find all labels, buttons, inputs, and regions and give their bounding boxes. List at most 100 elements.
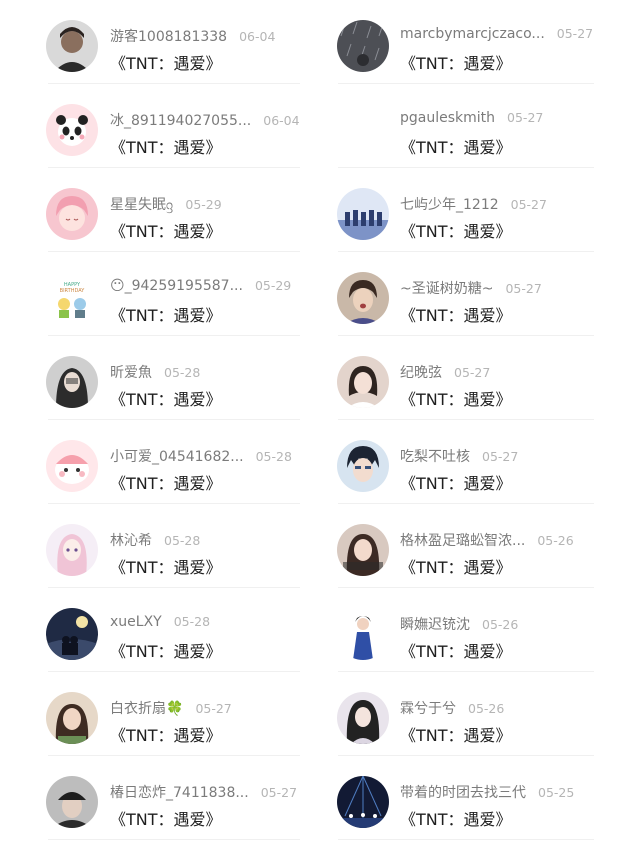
book-title-link[interactable]: 《TNT：遇爱》 bbox=[400, 50, 512, 74]
avatar[interactable] bbox=[46, 776, 98, 828]
row-meta: 纪晚弦 05-27 bbox=[400, 362, 490, 382]
avatar[interactable] bbox=[337, 188, 389, 240]
username[interactable]: 昕爱魚 bbox=[110, 362, 152, 382]
feed-row[interactable]: 吃梨不吐核 05-27 《TNT：遇爱》 bbox=[300, 420, 640, 504]
row-meta: 游客1008181338 06-04 bbox=[110, 26, 275, 46]
book-title-link[interactable]: 《TNT：遇爱》 bbox=[400, 806, 512, 830]
username[interactable]: 林沁希 bbox=[110, 530, 152, 550]
username[interactable]: 吃梨不吐核 bbox=[400, 446, 470, 466]
post-date: 05-28 bbox=[164, 533, 201, 548]
avatar[interactable] bbox=[46, 440, 98, 492]
avatar[interactable] bbox=[46, 692, 98, 744]
feed-row[interactable]: 霖兮于兮 05-26 《TNT：遇爱》 bbox=[300, 672, 640, 756]
avatar[interactable] bbox=[46, 524, 98, 576]
book-title-link[interactable]: 《TNT：遇爱》 bbox=[400, 470, 512, 494]
book-title-link[interactable]: 《TNT：遇爱》 bbox=[110, 218, 222, 242]
username[interactable]: 游客1008181338 bbox=[110, 26, 227, 46]
book-title-link[interactable]: 《TNT：遇爱》 bbox=[400, 638, 512, 662]
feed-row[interactable]: 七屿少年_1212 05-27 《TNT：遇爱》 bbox=[300, 168, 640, 252]
feed-row[interactable]: 昕爱魚 05-28 《TNT：遇爱》 bbox=[0, 336, 300, 420]
username[interactable]: pgauleskmith bbox=[400, 110, 495, 126]
row-meta: 白衣折扇🍀 05-27 bbox=[110, 698, 232, 718]
feed-row[interactable]: HAPPY BIRTHDAY 😶_94259195587... 05-29 《TNT：遇… bbox=[0, 252, 300, 336]
avatar[interactable] bbox=[337, 356, 389, 408]
username[interactable]: 格林盈足璐蚣智浓... bbox=[400, 530, 525, 550]
feed-row[interactable]: pgauleskmith 05-27 《TNT：遇爱》 bbox=[300, 84, 640, 168]
post-date: 05-27 bbox=[482, 449, 519, 464]
avatar[interactable] bbox=[46, 104, 98, 156]
feed-row[interactable]: xueLXY 05-28 《TNT：遇爱》 bbox=[0, 588, 300, 672]
book-title-link[interactable]: 《TNT：遇爱》 bbox=[400, 134, 512, 158]
book-title-link[interactable]: 《TNT：遇爱》 bbox=[400, 386, 512, 410]
username[interactable]: 纪晚弦 bbox=[400, 362, 442, 382]
book-title-link[interactable]: 《TNT：遇爱》 bbox=[110, 554, 222, 578]
feed-row[interactable]: 冰_891194027055... 06-04 《TNT：遇爱》 bbox=[0, 84, 300, 168]
post-date: 05-25 bbox=[538, 785, 575, 800]
row-meta: 😶_94259195587... 05-29 bbox=[110, 278, 291, 298]
row-meta: 吃梨不吐核 05-27 bbox=[400, 446, 518, 466]
username[interactable]: 椿日恋炸_7411838... bbox=[110, 782, 249, 802]
username[interactable]: 星星失眠ᦋ bbox=[110, 194, 173, 214]
book-title-link[interactable]: 《TNT：遇爱》 bbox=[110, 386, 222, 410]
feed-row[interactable]: 纪晚弦 05-27 《TNT：遇爱》 bbox=[300, 336, 640, 420]
feed-row[interactable]: 星星失眠ᦋ 05-29 《TNT：遇爱》 bbox=[0, 168, 300, 252]
feed-row[interactable]: marcbymarcjczaco... 05-27 《TNT：遇爱》 bbox=[300, 0, 640, 84]
book-title-link[interactable]: 《TNT：遇爱》 bbox=[400, 218, 512, 242]
post-date: 05-28 bbox=[255, 449, 292, 464]
book-title-link[interactable]: 《TNT：遇爱》 bbox=[400, 722, 512, 746]
avatar[interactable] bbox=[337, 692, 389, 744]
post-date: 05-26 bbox=[482, 617, 519, 632]
avatar[interactable] bbox=[337, 776, 389, 828]
post-date: 06-04 bbox=[263, 113, 300, 128]
username[interactable]: 瞬嫵迟铳沈 bbox=[400, 614, 470, 634]
post-date: 05-29 bbox=[185, 197, 222, 212]
post-date: 05-28 bbox=[164, 365, 201, 380]
row-meta: pgauleskmith 05-27 bbox=[400, 110, 543, 130]
feed-row[interactable]: 瞬嫵迟铳沈 05-26 《TNT：遇爱》 bbox=[300, 588, 640, 672]
feed-row[interactable]: 游客1008181338 06-04 《TNT：遇爱》 bbox=[0, 0, 300, 84]
avatar[interactable] bbox=[46, 608, 98, 660]
row-meta: 林沁希 05-28 bbox=[110, 530, 200, 550]
avatar[interactable] bbox=[337, 440, 389, 492]
feed-row[interactable]: ~圣诞树奶糖~ 05-27 《TNT：遇爱》 bbox=[300, 252, 640, 336]
avatar[interactable] bbox=[337, 272, 389, 324]
book-title-link[interactable]: 《TNT：遇爱》 bbox=[110, 134, 222, 158]
feed-row[interactable]: 林沁希 05-28 《TNT：遇爱》 bbox=[0, 504, 300, 588]
row-meta: 霖兮于兮 05-26 bbox=[400, 698, 504, 718]
post-date: 05-27 bbox=[454, 365, 491, 380]
username[interactable]: 白衣折扇🍀 bbox=[110, 698, 183, 718]
username[interactable]: 七屿少年_1212 bbox=[400, 194, 499, 214]
avatar[interactable] bbox=[337, 524, 389, 576]
book-title-link[interactable]: 《TNT：遇爱》 bbox=[400, 302, 512, 326]
row-meta: 七屿少年_1212 05-27 bbox=[400, 194, 547, 214]
left-column: 游客1008181338 06-04 《TNT：遇爱》 冰_891194027055.… bbox=[0, 0, 300, 840]
username[interactable]: ~圣诞树奶糖~ bbox=[400, 278, 493, 298]
username[interactable]: xueLXY bbox=[110, 614, 162, 630]
avatar[interactable] bbox=[46, 188, 98, 240]
book-title-link[interactable]: 《TNT：遇爱》 bbox=[110, 722, 222, 746]
avatar[interactable]: HAPPY BIRTHDAY bbox=[46, 272, 98, 324]
book-title-link[interactable]: 《TNT：遇爱》 bbox=[400, 554, 512, 578]
feed-row[interactable]: 小可爱_04541682... 05-28 《TNT：遇爱》 bbox=[0, 420, 300, 504]
comment-feed: 游客1008181338 06-04 《TNT：遇爱》 冰_891194027055.… bbox=[0, 0, 640, 844]
book-title-link[interactable]: 《TNT：遇爱》 bbox=[110, 638, 222, 662]
username[interactable]: 小可爱_04541682... bbox=[110, 446, 244, 466]
username[interactable]: marcbymarcjczaco... bbox=[400, 26, 545, 42]
book-title-link[interactable]: 《TNT：遇爱》 bbox=[110, 50, 222, 74]
username[interactable]: 😶_94259195587... bbox=[110, 278, 243, 294]
book-title-link[interactable]: 《TNT：遇爱》 bbox=[110, 806, 222, 830]
feed-row[interactable]: 格林盈足璐蚣智浓... 05-26 《TNT：遇爱》 bbox=[300, 504, 640, 588]
feed-row[interactable]: 带着的时团去找三代 05-25 《TNT：遇爱》 bbox=[300, 756, 640, 840]
row-meta: 小可爱_04541682... 05-28 bbox=[110, 446, 292, 466]
avatar[interactable] bbox=[46, 356, 98, 408]
book-title-link[interactable]: 《TNT：遇爱》 bbox=[110, 470, 222, 494]
username[interactable]: 冰_891194027055... bbox=[110, 110, 251, 130]
avatar[interactable] bbox=[46, 20, 98, 72]
feed-row[interactable]: 椿日恋炸_7411838... 05-27 《TNT：遇爱》 bbox=[0, 756, 300, 840]
username[interactable]: 霖兮于兮 bbox=[400, 698, 456, 718]
feed-row[interactable]: 白衣折扇🍀 05-27 《TNT：遇爱》 bbox=[0, 672, 300, 756]
book-title-link[interactable]: 《TNT：遇爱》 bbox=[110, 302, 222, 326]
avatar[interactable] bbox=[337, 20, 389, 72]
username[interactable]: 带着的时团去找三代 bbox=[400, 782, 526, 802]
avatar[interactable] bbox=[337, 608, 389, 660]
